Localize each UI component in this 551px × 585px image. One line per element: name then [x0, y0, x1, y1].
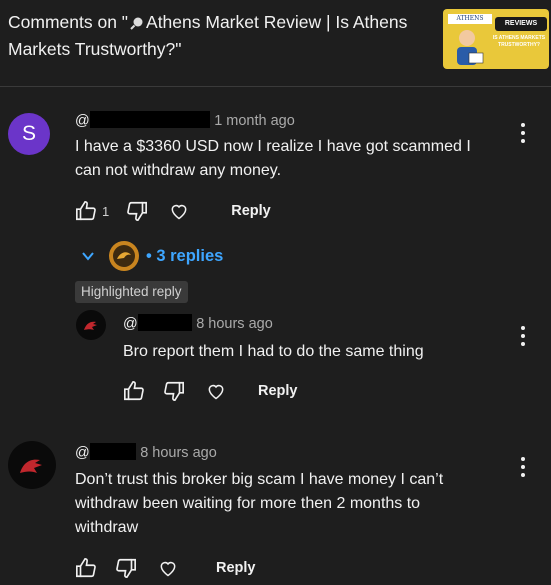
- creator-avatar-icon: [109, 241, 139, 271]
- reply-author-handle[interactable]: @: [123, 316, 138, 332]
- replies-toggle[interactable]: • 3 replies: [80, 240, 223, 272]
- redacted-username: [89, 443, 136, 460]
- comment-text-line: I have a $3360 USD now I realize I have …: [75, 138, 471, 155]
- header-divider: [0, 86, 551, 87]
- page-title: Comments on " Athens Market Review | Is A…: [8, 9, 428, 63]
- thumbs-up-icon[interactable]: [74, 199, 98, 223]
- thumbs-down-icon[interactable]: [114, 556, 138, 580]
- thumbs-up-icon[interactable]: [122, 379, 146, 403]
- comment-text: Don’t trust this broker big scam I have …: [75, 468, 443, 540]
- thumbnail-logo: ATHENS: [448, 14, 492, 24]
- reply-button[interactable]: Reply: [216, 560, 256, 576]
- highlighted-reply-tag: Highlighted reply: [75, 281, 188, 303]
- thumbs-up-icon[interactable]: [74, 556, 98, 580]
- comment-timestamp[interactable]: 1 month ago: [214, 113, 295, 129]
- redacted-username: [89, 111, 210, 128]
- comment-text-line: withdraw been waiting for more then 2 mo…: [75, 495, 421, 512]
- thumbs-down-icon[interactable]: [162, 379, 186, 403]
- reply-button[interactable]: Reply: [258, 383, 298, 399]
- title-prefix: Comments on ": [8, 12, 129, 32]
- redacted-username: [137, 314, 192, 331]
- more-options-icon[interactable]: [515, 121, 531, 145]
- comment-text-line: withdraw: [75, 519, 139, 536]
- heart-icon[interactable]: [156, 556, 180, 580]
- reply-actions: Reply: [122, 379, 298, 403]
- more-options-icon[interactable]: [515, 455, 531, 479]
- comment-timestamp[interactable]: 8 hours ago: [140, 445, 217, 461]
- wolf-logo-icon: [20, 459, 42, 473]
- heart-icon[interactable]: [167, 199, 191, 223]
- reply-timestamp[interactable]: 8 hours ago: [196, 316, 273, 332]
- avatar[interactable]: [8, 441, 56, 489]
- thumbnail-subtitle: IS ATHENS MARKETS TRUSTWORTHY?: [492, 35, 546, 48]
- wolf-logo-icon: [84, 321, 97, 330]
- comment-text: I have a $3360 USD now I realize I have …: [75, 135, 471, 183]
- magnifier-icon: [130, 17, 143, 30]
- comment-author-handle[interactable]: @: [75, 113, 90, 129]
- chevron-down-icon: [82, 252, 94, 261]
- reply-text: Bro report them I had to do the same thi…: [123, 343, 424, 360]
- thumbnail-person-illustration: [457, 30, 484, 65]
- comment-author-handle[interactable]: @: [75, 445, 90, 461]
- comment-text-line: Don’t trust this broker big scam I have …: [75, 471, 444, 488]
- video-thumbnail[interactable]: ATHENS REVIEWS IS ATHENS MARKETS TRUSTWO…: [443, 9, 549, 69]
- replies-count[interactable]: • 3 replies: [146, 247, 223, 266]
- comment-actions: Reply: [74, 556, 256, 580]
- avatar[interactable]: S: [8, 113, 50, 155]
- comment-meta: @ 1 month ago: [75, 111, 295, 130]
- like-count: 1: [102, 203, 110, 219]
- thumbs-down-icon[interactable]: [125, 199, 149, 223]
- reply-meta: @ 8 hours ago: [123, 314, 273, 333]
- comment-actions: 1 Reply: [74, 199, 271, 223]
- avatar[interactable]: [76, 310, 106, 340]
- comment-meta: @ 8 hours ago: [75, 443, 217, 462]
- heart-icon[interactable]: [204, 379, 228, 403]
- thumbnail-badge: REVIEWS: [495, 17, 547, 31]
- more-options-icon[interactable]: [515, 324, 531, 348]
- comment-text-line: can not withdraw any money.: [75, 162, 282, 179]
- reply-button[interactable]: Reply: [231, 203, 271, 219]
